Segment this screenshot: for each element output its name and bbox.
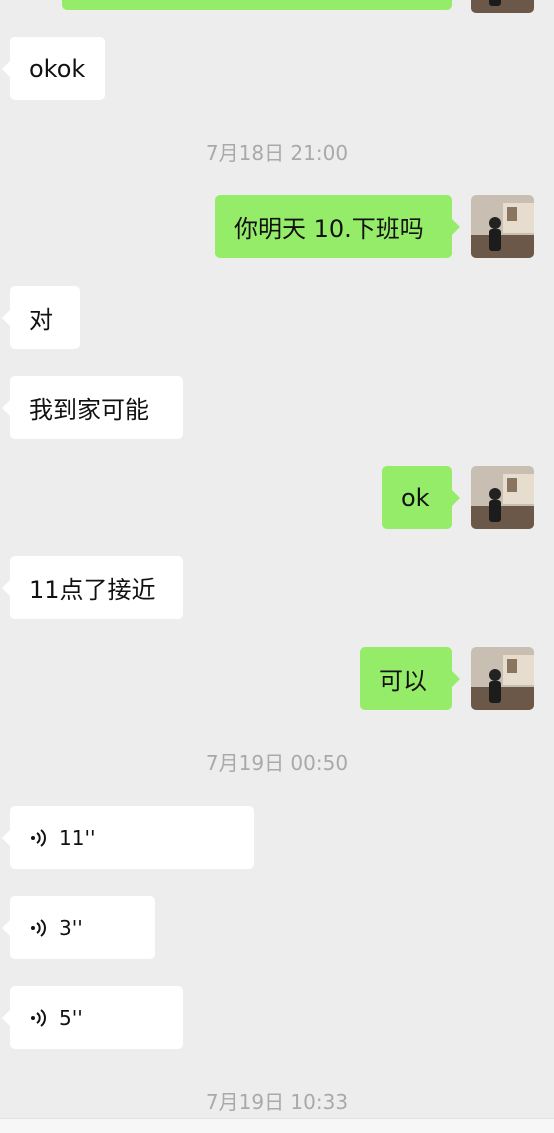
voice-duration: 5'' <box>59 1005 83 1030</box>
timestamp: 7月19日 10:33 <box>205 1090 349 1114</box>
message-text: ok <box>401 483 430 512</box>
message-text: 你明天 10.下班吗 <box>234 215 424 243</box>
avatar[interactable] <box>471 466 534 529</box>
message-text: 11点了接近 <box>29 576 156 604</box>
avatar-photo <box>471 466 534 529</box>
message-text: 可以 <box>379 667 427 695</box>
message-bubble-outgoing[interactable]: 可以 <box>360 647 460 710</box>
voice-duration: 3'' <box>59 915 83 940</box>
voice-message-bubble[interactable]: 5'' <box>2 986 183 1049</box>
voice-wave-icon <box>31 828 46 847</box>
voice-message-bubble[interactable]: 11'' <box>2 806 254 869</box>
message-bubble-outgoing[interactable]: 你明天 10.下班吗 <box>215 195 460 258</box>
avatar-photo <box>471 0 534 13</box>
input-bar-edge <box>0 1118 554 1133</box>
voice-wave-icon <box>31 918 46 937</box>
avatar-photo <box>471 647 534 710</box>
message-text: 对 <box>29 306 53 334</box>
message-text: 我到家可能 <box>29 396 149 424</box>
message-bubble-incoming[interactable]: 11点了接近 <box>2 556 183 619</box>
avatar[interactable] <box>471 195 534 258</box>
avatar[interactable] <box>471 647 534 710</box>
message-bubble-incoming[interactable]: okok <box>2 37 105 100</box>
voice-duration: 11'' <box>59 825 96 850</box>
message-bubble-incoming[interactable]: 对 <box>2 286 80 349</box>
timestamp: 7月18日 21:00 <box>205 141 349 165</box>
voice-wave-icon <box>31 1008 46 1027</box>
timestamp: 7月19日 00:50 <box>205 751 349 775</box>
message-bubble-outgoing[interactable]: ok <box>382 466 460 529</box>
voice-message-bubble[interactable]: 3'' <box>2 896 155 959</box>
avatar[interactable] <box>471 0 534 13</box>
message-bubble-incoming[interactable]: 我到家可能 <box>2 376 183 439</box>
previous-outgoing-bubble[interactable] <box>62 0 452 10</box>
message-text: okok <box>29 54 86 83</box>
avatar-photo <box>471 195 534 258</box>
